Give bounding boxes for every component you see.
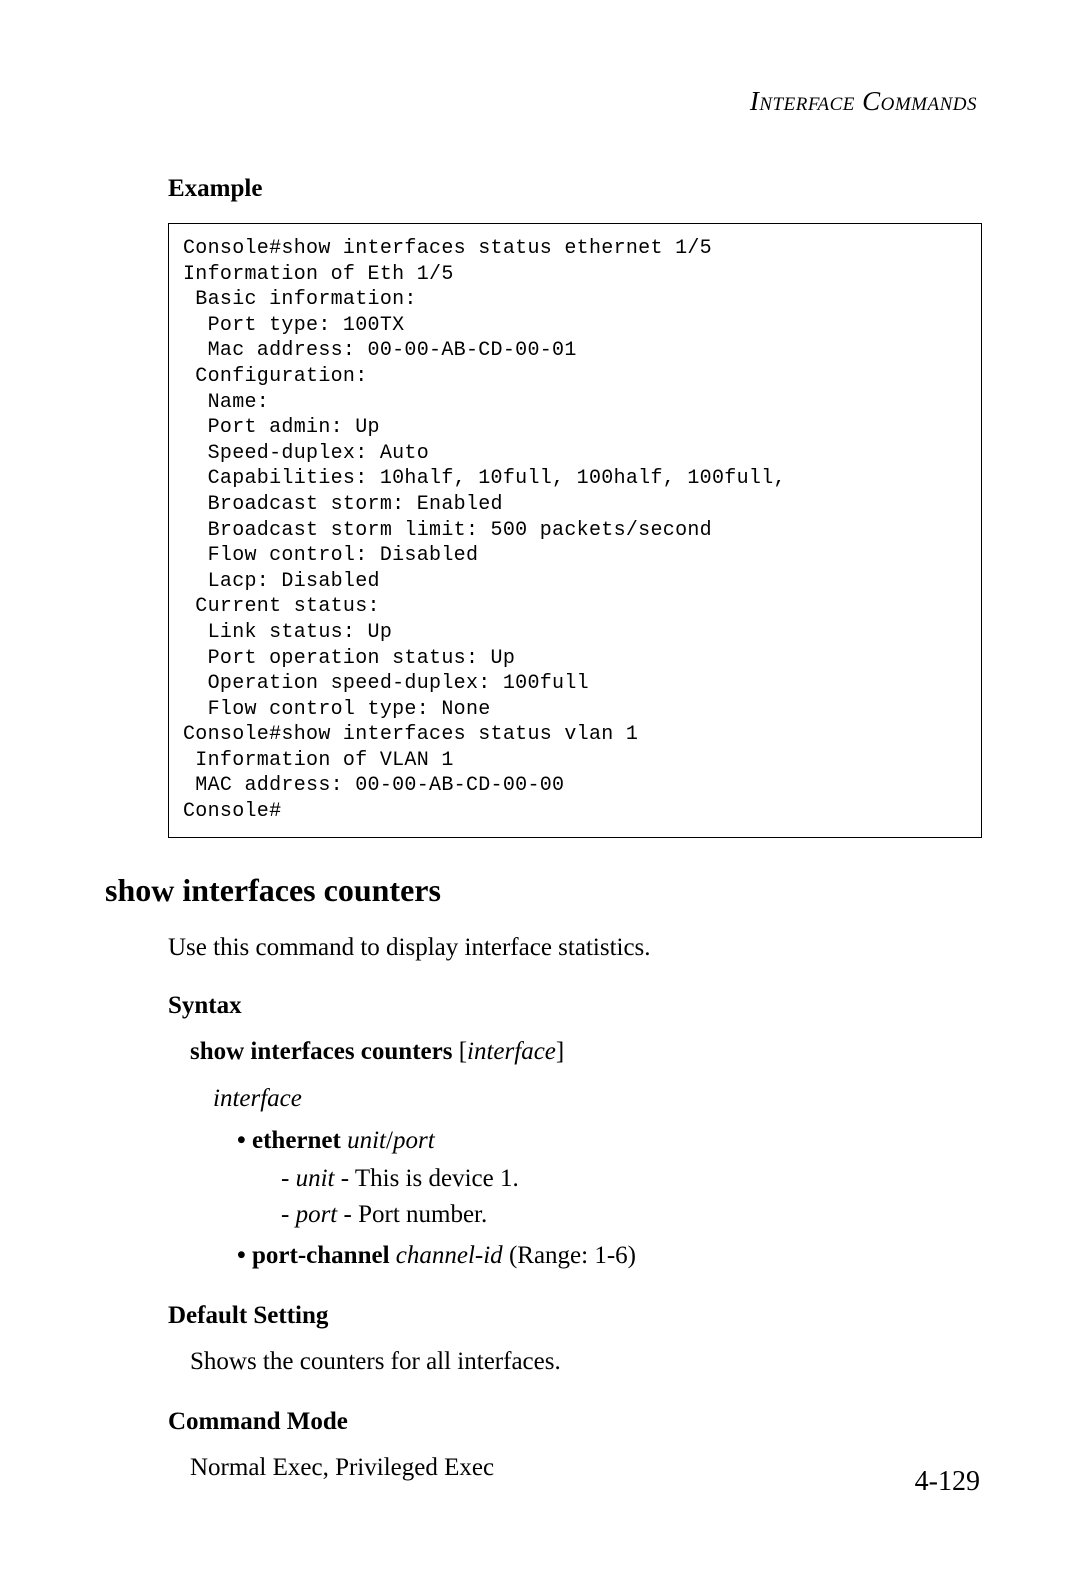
syntax-param-interface: interface <box>467 1038 556 1065</box>
default-setting-text: Shows the counters for all interfaces. <box>190 1344 982 1380</box>
ethernet-arg-port: port <box>393 1127 435 1154</box>
syntax-command: show interfaces counters <box>190 1038 452 1065</box>
ethernet-port-desc: port - Port number. <box>281 1197 982 1233</box>
portchannel-arg: channel-id <box>396 1242 503 1269</box>
ethernet-arg-unit: unit <box>347 1127 386 1154</box>
ethernet-sublist: unit - This is device 1. port - Port num… <box>281 1161 982 1234</box>
page-number: 4-129 <box>915 1466 980 1498</box>
syntax-bracket-open: [ <box>452 1038 467 1065</box>
ethernet-keyword: ethernet <box>252 1127 341 1154</box>
section-description: Use this command to display interface st… <box>168 931 982 965</box>
syntax-interface-label: interface <box>213 1081 982 1117</box>
port-text: - Port number. <box>337 1201 487 1228</box>
command-mode-text: Normal Exec, Privileged Exec <box>190 1450 982 1486</box>
ethernet-slash: / <box>386 1127 393 1154</box>
portchannel-keyword: port-channel <box>252 1242 390 1269</box>
page: Interface Commands Example Console#show … <box>0 0 1080 1570</box>
default-setting-heading: Default Setting <box>168 1302 982 1330</box>
running-header: Interface Commands <box>105 86 977 117</box>
syntax-option-portchannel: port-channel channel-id (Range: 1-6) <box>237 1238 982 1274</box>
syntax-bracket-close: ] <box>556 1038 564 1065</box>
example-heading: Example <box>168 175 982 203</box>
section-title: show interfaces counters <box>105 872 982 909</box>
port-label: port <box>296 1201 338 1228</box>
command-mode-heading: Command Mode <box>168 1408 982 1436</box>
ethernet-unit-desc: unit - This is device 1. <box>281 1161 982 1197</box>
syntax-line: show interfaces counters [interface] <box>190 1034 982 1070</box>
unit-text: - This is device 1. <box>334 1165 518 1192</box>
portchannel-rest: (Range: 1-6) <box>503 1242 636 1269</box>
console-output-box: Console#show interfaces status ethernet … <box>168 223 982 838</box>
syntax-heading: Syntax <box>168 992 982 1020</box>
syntax-option-ethernet: ethernet unit/port unit - This is device… <box>237 1123 982 1234</box>
syntax-options-list: ethernet unit/port unit - This is device… <box>237 1123 982 1274</box>
unit-label: unit <box>296 1165 335 1192</box>
